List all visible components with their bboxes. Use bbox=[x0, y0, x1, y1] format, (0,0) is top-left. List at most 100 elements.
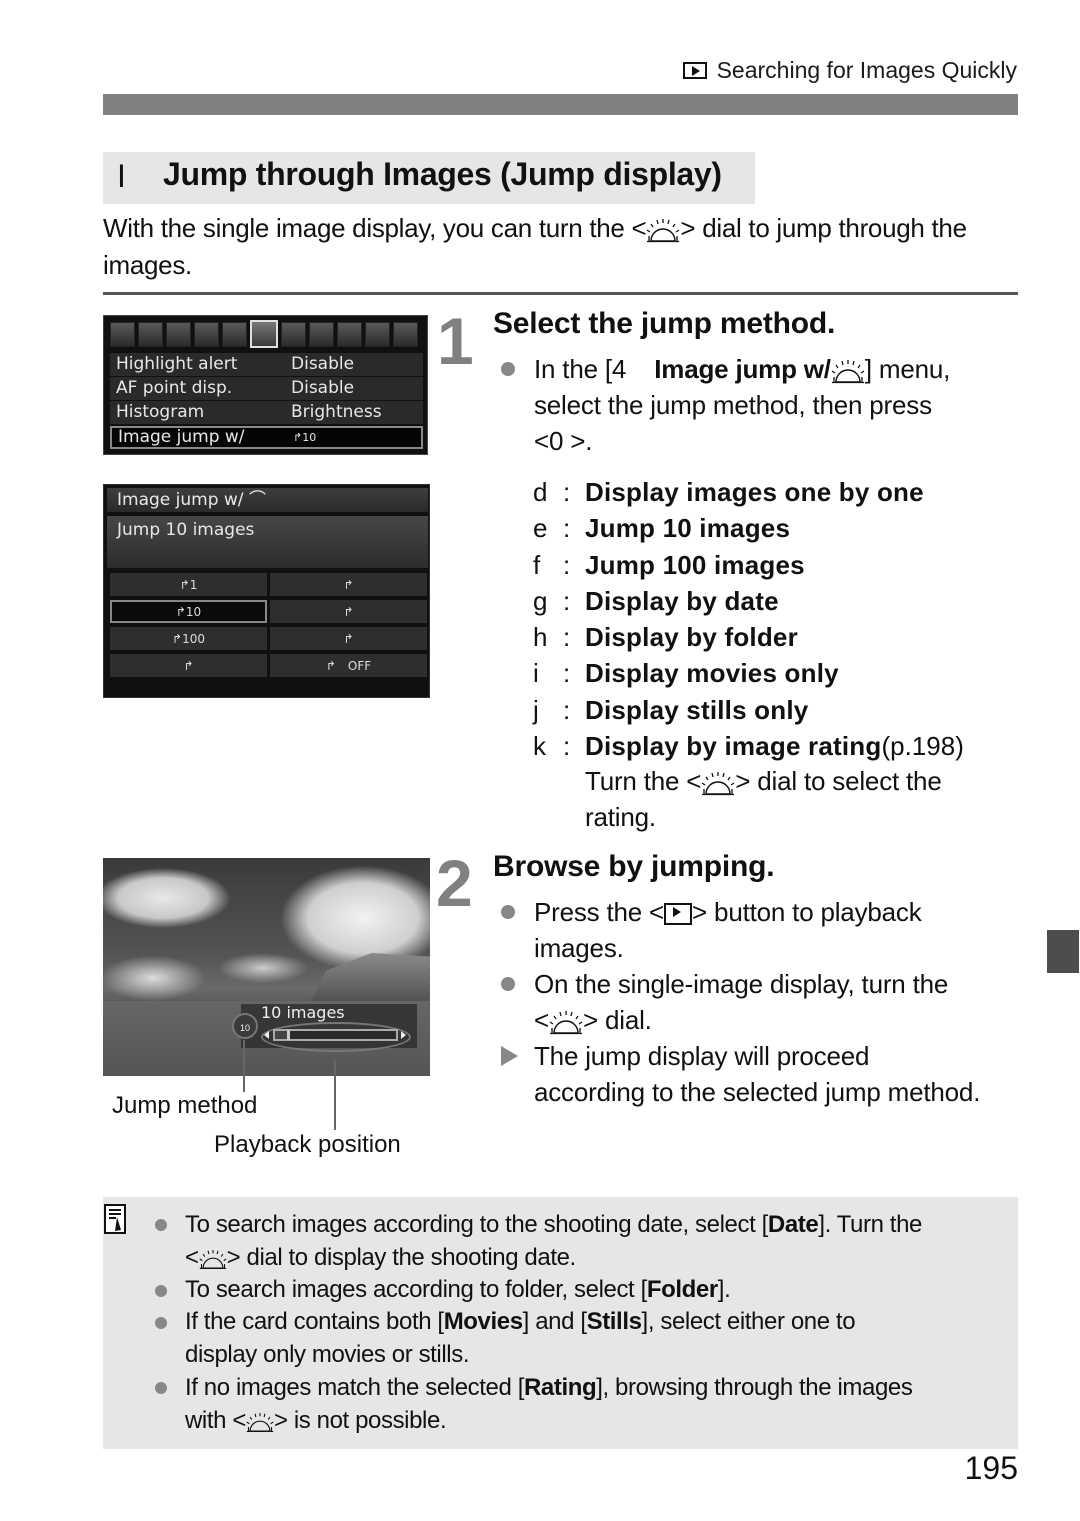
result-arrow-icon bbox=[501, 1046, 518, 1066]
menu-row-key: Highlight alert bbox=[116, 354, 238, 374]
jump-method-item: f: Jump 100 images bbox=[533, 547, 964, 583]
menu-tab bbox=[337, 322, 362, 347]
bullet-icon bbox=[501, 362, 515, 376]
menu-row-selected: Image jump w/ ↱10 bbox=[110, 426, 423, 449]
item-label: Jump 100 images bbox=[585, 549, 805, 580]
callout-line bbox=[243, 1040, 245, 1092]
item-label: Display by date bbox=[585, 585, 779, 616]
page-number: 195 bbox=[964, 1450, 1018, 1486]
jump-10-icon: ↱10 bbox=[293, 431, 317, 444]
item-page-ref: (p.198) bbox=[881, 731, 964, 762]
jump-option: ↱ bbox=[270, 573, 427, 596]
menu-tab bbox=[194, 322, 219, 347]
item-letter: k bbox=[533, 731, 546, 762]
menu-tab bbox=[138, 322, 163, 347]
section-heading: I Jump through Images (Jump display) bbox=[103, 152, 755, 204]
running-title: Searching for Images Quickly bbox=[716, 57, 1017, 83]
intro-text-1: With the single image display, you can t… bbox=[103, 213, 647, 243]
jump-method-item: i: Display movies only bbox=[533, 655, 964, 691]
jump-option: ↱1 bbox=[110, 573, 267, 596]
chapter-tab bbox=[1047, 930, 1079, 973]
rating-off-label: OFF bbox=[347, 658, 372, 673]
section-title: Jump through Images (Jump display) bbox=[163, 156, 722, 192]
jump-option: ↱ OFF bbox=[270, 654, 427, 677]
item-colon: : bbox=[563, 513, 571, 544]
divider bbox=[103, 292, 1018, 295]
menu-tab-playback-active bbox=[250, 320, 278, 348]
menu-row-key: Histogram bbox=[116, 402, 205, 422]
menu-row-value: Brightness bbox=[291, 402, 382, 422]
playback-button-icon bbox=[664, 903, 693, 926]
step-title: Browse by jumping. bbox=[493, 850, 775, 883]
jump-option: ↱ bbox=[270, 600, 427, 623]
jump-options-grid: ↱1 ↱ ↱10 ↱ ↱100 ↱ ↱ ↱ OFF bbox=[110, 573, 427, 677]
menu-tabs bbox=[110, 320, 418, 348]
main-dial-icon bbox=[831, 358, 865, 384]
jump-method-item: k: Display by image rating (p.198) bbox=[533, 728, 964, 764]
caption-jump-method: Jump method bbox=[112, 1092, 258, 1119]
camera-menu-screen: Highlight alert Disable AF point disp. D… bbox=[103, 315, 428, 455]
menu-tab bbox=[393, 322, 418, 347]
jump-method-item: d: Display images one by one bbox=[533, 474, 964, 510]
step2-bullet-2: On the single-image display, turn the < >… bbox=[534, 969, 949, 1035]
jump-method-list: d: Display images one by one e: Jump 10 ima… bbox=[533, 474, 964, 764]
bullet-icon bbox=[155, 1285, 167, 1297]
jump-screen-description: Jump 10 images bbox=[107, 516, 428, 568]
jump-1-icon: ↱1 bbox=[179, 577, 198, 592]
item-label: Display by folder bbox=[585, 622, 798, 653]
rating-note: Turn the < > dial to select the rating. bbox=[585, 766, 942, 832]
jump-method-item: g: Display by date bbox=[533, 583, 964, 619]
arrow-left-icon bbox=[264, 1031, 269, 1039]
step-number: 1 bbox=[437, 304, 474, 378]
item-letter: h bbox=[533, 622, 548, 653]
main-dial-icon bbox=[646, 217, 680, 243]
playback-icon bbox=[682, 62, 707, 79]
item-letter: f bbox=[533, 549, 541, 580]
menu-row: AF point disp. Disable bbox=[110, 377, 423, 401]
jump-date-icon: ↱ bbox=[183, 658, 194, 673]
dial-icon: ⌒ bbox=[248, 490, 266, 510]
jump-option: ↱100 bbox=[110, 627, 267, 650]
step1-instruction: In the [4 Image jump w/] menu, select th… bbox=[534, 354, 951, 456]
jump-option: ↱ bbox=[270, 627, 427, 650]
menu-tab bbox=[309, 322, 334, 347]
item-colon: : bbox=[563, 731, 571, 762]
memo-icon bbox=[104, 1204, 126, 1234]
menu-row: Histogram Brightness bbox=[110, 401, 423, 425]
note-item: To search images according to the shooti… bbox=[185, 1211, 922, 1271]
menu-tab bbox=[365, 322, 390, 347]
note-item: If the card contains both [Movies] and [… bbox=[185, 1308, 856, 1368]
running-head: Searching for Images Quickly bbox=[682, 57, 1017, 84]
jump-100-icon: ↱100 bbox=[172, 631, 205, 646]
jump-10-icon: ↱10 bbox=[175, 604, 202, 619]
item-label: Display by image rating bbox=[585, 731, 882, 762]
menu-row-value: Disable bbox=[291, 378, 355, 398]
item-label: Display stills only bbox=[585, 694, 809, 725]
jump-stills-icon: ↱ bbox=[343, 631, 354, 646]
menu-row-key: Image jump w/ bbox=[118, 427, 245, 447]
item-colon: : bbox=[563, 477, 571, 507]
jump-method-item: e: Jump 10 images bbox=[533, 510, 964, 546]
item-colon: : bbox=[563, 585, 571, 616]
menu-tab bbox=[281, 322, 306, 347]
item-letter: j bbox=[533, 694, 539, 725]
jump-method-icon: 10 bbox=[232, 1013, 258, 1039]
item-letter: d bbox=[533, 477, 548, 507]
step-number: 2 bbox=[436, 846, 473, 920]
header-bar bbox=[103, 94, 1018, 115]
main-dial-icon bbox=[701, 770, 735, 796]
note-item: To search images according to folder, se… bbox=[185, 1276, 731, 1303]
caption-playback-position: Playback position bbox=[214, 1131, 401, 1158]
bullet-icon bbox=[501, 977, 515, 991]
menu-row: Highlight alert Disable bbox=[110, 353, 423, 377]
jump-method-item: j: Display stills only bbox=[533, 692, 964, 728]
bullet-icon bbox=[155, 1317, 167, 1329]
jump-screen-title: Image jump w/ ⌒ bbox=[107, 488, 428, 512]
main-dial-icon bbox=[246, 1411, 274, 1433]
bullet-icon bbox=[155, 1219, 167, 1231]
jump-method-screen: Image jump w/ ⌒ Jump 10 images ↱1 ↱ ↱10 ↱ ↱1… bbox=[103, 484, 430, 698]
bullet-icon bbox=[501, 905, 515, 919]
jump-movie-icon: ↱ bbox=[343, 604, 354, 619]
item-letter: g bbox=[533, 585, 548, 616]
item-label: Display movies only bbox=[585, 658, 839, 689]
